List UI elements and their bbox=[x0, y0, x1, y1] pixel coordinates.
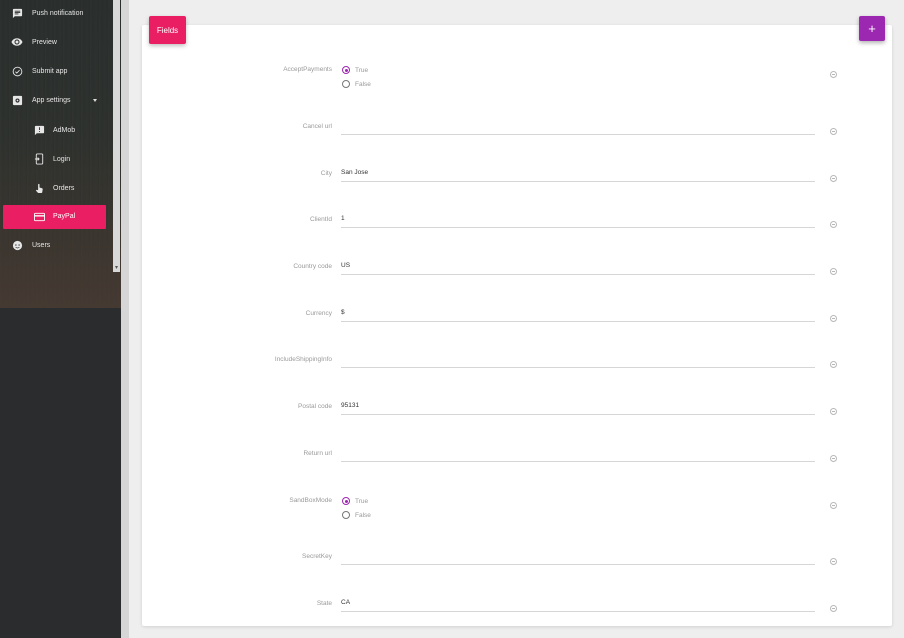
remove-circle-icon[interactable] bbox=[830, 361, 837, 368]
sidebar-divider bbox=[121, 0, 129, 638]
field-input-postal-code[interactable]: 95131 bbox=[341, 400, 815, 415]
sidebar-item-label: PayPal bbox=[53, 213, 76, 220]
field-label-currency: Currency bbox=[305, 310, 332, 317]
field-label-secretkey: SecretKey bbox=[302, 553, 332, 560]
field-label-clientid: ClientId bbox=[309, 216, 332, 223]
field-label-includeshippinginfo: IncludeShippingInfo bbox=[274, 356, 332, 363]
remove-circle-icon[interactable] bbox=[830, 502, 837, 509]
sidebar-item-app-settings[interactable]: App settings bbox=[0, 89, 112, 111]
sidebar-item-label: Orders bbox=[53, 185, 75, 192]
field-input-currency[interactable]: $ bbox=[341, 307, 815, 322]
sidebar-item-submit-app[interactable]: Submit app bbox=[0, 60, 112, 82]
sidebar-scrollbar[interactable]: ▾ bbox=[113, 0, 120, 272]
radio-label: True bbox=[355, 66, 369, 74]
radio-label: False bbox=[355, 80, 371, 88]
credit-card-icon bbox=[33, 211, 45, 223]
remove-circle-icon[interactable] bbox=[830, 71, 837, 78]
radio-button[interactable] bbox=[342, 80, 350, 88]
settings-box-icon bbox=[11, 94, 23, 106]
sidebar-item-label: Preview bbox=[32, 39, 57, 46]
fields-card bbox=[142, 25, 892, 626]
field-input-cancel-url[interactable] bbox=[341, 120, 815, 135]
sidebar-item-push-notification[interactable]: Push notification bbox=[0, 2, 112, 24]
field-label-return-url: Return url bbox=[303, 450, 332, 457]
sidebar-item-users[interactable]: Users bbox=[0, 234, 112, 256]
field-input-country-code[interactable]: US bbox=[341, 260, 815, 275]
sidebar-item-label: App settings bbox=[32, 97, 71, 104]
remove-circle-icon[interactable] bbox=[830, 221, 837, 228]
sidebar-item-label: Push notification bbox=[32, 10, 84, 17]
fields-tab[interactable]: Fields bbox=[149, 16, 186, 44]
field-label-sandboxmode: SandBoxMode bbox=[289, 497, 332, 504]
remove-circle-icon[interactable] bbox=[830, 408, 837, 415]
radio-option-sandboxmode-true[interactable]: True bbox=[342, 496, 368, 506]
sidebar-item-label: Login bbox=[53, 156, 71, 163]
sidebar-item-admob[interactable]: AdMob bbox=[0, 119, 112, 141]
radio-option-sandboxmode-false[interactable]: False bbox=[342, 510, 371, 520]
remove-circle-icon[interactable] bbox=[830, 175, 837, 182]
field-label-postal-code: Postal code bbox=[298, 403, 332, 410]
sidebar-item-paypal[interactable]: PayPal bbox=[3, 205, 106, 229]
field-input-state[interactable]: CA bbox=[341, 597, 815, 612]
field-label-cancel-url: Cancel url bbox=[302, 123, 332, 130]
field-input-secretkey[interactable] bbox=[341, 550, 815, 565]
remove-circle-icon[interactable] bbox=[830, 455, 837, 462]
login-icon bbox=[33, 153, 45, 165]
radio-option-acceptpayments-false[interactable]: False bbox=[342, 79, 371, 89]
radio-button[interactable] bbox=[342, 511, 350, 519]
radio-option-acceptpayments-true[interactable]: True bbox=[342, 65, 368, 75]
scroll-down-arrow-icon[interactable]: ▾ bbox=[114, 265, 119, 271]
field-label-country-code: Country code bbox=[293, 263, 332, 270]
field-label-acceptpayments: AcceptPayments bbox=[283, 66, 332, 73]
sidebar-item-login[interactable]: Login bbox=[0, 148, 112, 170]
remove-circle-icon[interactable] bbox=[830, 268, 837, 275]
sidebar-item-preview[interactable]: Preview bbox=[0, 31, 112, 53]
touch-icon bbox=[33, 182, 45, 194]
radio-button[interactable] bbox=[342, 497, 350, 505]
field-input-return-url[interactable] bbox=[341, 447, 815, 462]
remove-circle-icon[interactable] bbox=[830, 605, 837, 612]
sidebar: ▾ Push notification Preview Submit app A… bbox=[0, 0, 121, 638]
field-label-state: State bbox=[316, 600, 332, 607]
remove-circle-icon[interactable] bbox=[830, 128, 837, 135]
eye-icon bbox=[11, 36, 23, 48]
radio-button[interactable] bbox=[342, 66, 350, 74]
field-label-city: City bbox=[320, 170, 332, 177]
radio-label: False bbox=[355, 511, 371, 519]
sidebar-item-label: AdMob bbox=[53, 127, 76, 134]
field-input-city[interactable]: San Jose bbox=[341, 167, 815, 182]
caret-down-icon bbox=[93, 99, 97, 102]
remove-circle-icon[interactable] bbox=[830, 315, 837, 322]
face-icon bbox=[11, 239, 23, 251]
check-circle-icon bbox=[11, 65, 23, 77]
sidebar-item-label: Submit app bbox=[32, 68, 68, 75]
add-field-button[interactable]: + bbox=[859, 16, 885, 41]
sidebar-item-orders[interactable]: Orders bbox=[0, 177, 112, 199]
sidebar-item-label: Users bbox=[32, 242, 51, 249]
chat-icon bbox=[11, 7, 23, 19]
remove-circle-icon[interactable] bbox=[830, 558, 837, 565]
field-input-clientid[interactable]: 1 bbox=[341, 213, 815, 228]
radio-label: True bbox=[355, 497, 369, 505]
announcement-icon bbox=[33, 124, 45, 136]
field-input-includeshippinginfo[interactable] bbox=[341, 353, 815, 368]
